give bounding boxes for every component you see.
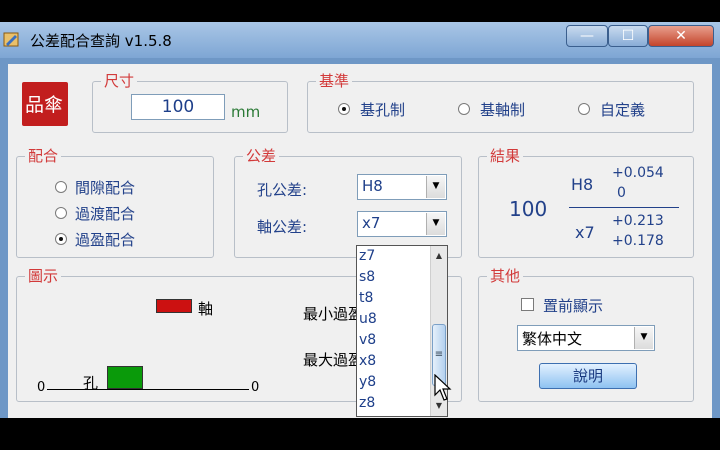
chevron-down-icon[interactable]: ▼ (426, 176, 445, 198)
radio-hole-basis[interactable] (338, 103, 350, 115)
chevron-down-icon[interactable]: ▼ (634, 327, 653, 349)
window-title: 公差配合查詢 v1.5.8 (30, 32, 172, 50)
fraction-line (569, 207, 679, 208)
shaft-legend-swatch (156, 299, 192, 313)
radio-shaft-basis[interactable] (458, 103, 470, 115)
radio-interference-fit-label: 過盈配合 (75, 231, 136, 249)
fit-legend: 配合 (25, 147, 62, 165)
dropdown-option[interactable]: v8 (359, 332, 376, 348)
mouse-cursor-icon (434, 374, 452, 401)
hole-tolerance-select[interactable]: H8 ▼ (357, 174, 447, 200)
other-group: 其他 置前顯示 繁体中文 ▼ 說明 (478, 267, 694, 402)
size-unit: mm (231, 103, 261, 121)
hole-legend-label: 孔 (83, 374, 99, 392)
dropdown-option[interactable]: s8 (359, 269, 375, 285)
result-shaft-lower: +0.178 (612, 233, 664, 249)
hole-tolerance-label: 孔公差: (257, 181, 308, 199)
dropdown-option[interactable]: z7 (359, 248, 375, 264)
result-hole-code: H8 (571, 175, 594, 194)
result-hole-upper: +0.054 (612, 165, 664, 181)
radio-custom-basis-label: 自定義 (600, 101, 646, 119)
tolerance-legend: 公差 (243, 147, 280, 165)
close-icon: ✕ (675, 28, 687, 44)
app-window: 公差配合查詢 v1.5.8 — ☐ ✕ 品傘 尺寸 100 mm 基準 基孔制 … (0, 22, 720, 418)
dropdown-option[interactable]: z8 (359, 395, 375, 411)
radio-clearance-fit[interactable] (55, 181, 67, 193)
max-interference-label: 最大過盈 (303, 351, 364, 369)
tolerance-group: 公差 孔公差: H8 ▼ 軸公差: x7 ▼ (234, 147, 462, 258)
other-legend: 其他 (487, 267, 524, 285)
language-select[interactable]: 繁体中文 ▼ (517, 325, 655, 351)
dropdown-option[interactable]: t8 (359, 290, 373, 306)
shaft-tolerance-label: 軸公差: (257, 218, 308, 236)
radio-clearance-fit-label: 間隙配合 (75, 179, 136, 197)
shaft-tolerance-value: x7 (362, 214, 381, 232)
right-zero-label: 0 (251, 380, 260, 395)
logo-text: 品傘 (25, 94, 64, 116)
left-zero-label: 0 (37, 380, 46, 395)
result-legend: 結果 (487, 147, 524, 165)
result-shaft-code: x7 (575, 223, 595, 242)
result-hole-lower: 0 (617, 185, 626, 201)
dropdown-option[interactable]: x8 (359, 353, 376, 369)
diagram-legend: 圖示 (25, 267, 62, 285)
radio-interference-fit[interactable] (55, 233, 67, 245)
hole-tolerance-zone (107, 366, 143, 389)
radio-hole-basis-label: 基孔制 (360, 101, 406, 119)
result-nominal: 100 (509, 197, 548, 221)
dropdown-option[interactable]: u8 (359, 311, 377, 327)
app-logo: 品傘 (22, 82, 68, 126)
result-group: 結果 100 H8 +0.054 0 x7 +0.213 +0.178 (478, 147, 694, 258)
fit-group: 配合 間隙配合 過渡配合 過盈配合 (16, 147, 214, 258)
chevron-down-icon[interactable]: ▼ (426, 213, 445, 235)
radio-transition-fit[interactable] (55, 207, 67, 219)
dropdown-option[interactable]: y8 (359, 374, 376, 390)
radio-shaft-basis-label: 基軸制 (480, 101, 526, 119)
title-bar[interactable]: 公差配合查詢 v1.5.8 — ☐ ✕ (0, 22, 720, 58)
result-shaft-upper: +0.213 (612, 213, 664, 229)
app-icon (3, 32, 19, 47)
language-value: 繁体中文 (522, 330, 583, 348)
maximize-icon: ☐ (621, 28, 635, 44)
size-input[interactable]: 100 (131, 94, 225, 120)
basis-legend: 基準 (316, 72, 353, 90)
maximize-button[interactable]: ☐ (608, 25, 648, 47)
minimize-button[interactable]: — (566, 25, 608, 47)
minimize-icon: — (580, 28, 594, 44)
size-legend: 尺寸 (101, 72, 138, 90)
scroll-up-icon[interactable]: ▲ (431, 248, 447, 264)
shaft-legend-label: 軸 (198, 300, 214, 318)
radio-custom-basis[interactable] (578, 103, 590, 115)
topmost-label: 置前顯示 (543, 297, 604, 315)
help-button[interactable]: 說明 (539, 363, 637, 389)
shaft-tolerance-select[interactable]: x7 ▼ (357, 211, 447, 237)
client-area: 品傘 尺寸 100 mm 基準 基孔制 基軸制 自定義 配合 間隙配合 過渡配合… (8, 64, 712, 418)
zero-line (47, 389, 249, 390)
radio-transition-fit-label: 過渡配合 (75, 205, 136, 223)
close-button[interactable]: ✕ (648, 25, 714, 47)
basis-group: 基準 基孔制 基軸制 自定義 (307, 72, 694, 133)
min-interference-label: 最小過盈 (303, 305, 364, 323)
topmost-checkbox[interactable] (521, 298, 534, 311)
size-group: 尺寸 100 mm (92, 72, 288, 133)
hole-tolerance-value: H8 (362, 177, 383, 195)
